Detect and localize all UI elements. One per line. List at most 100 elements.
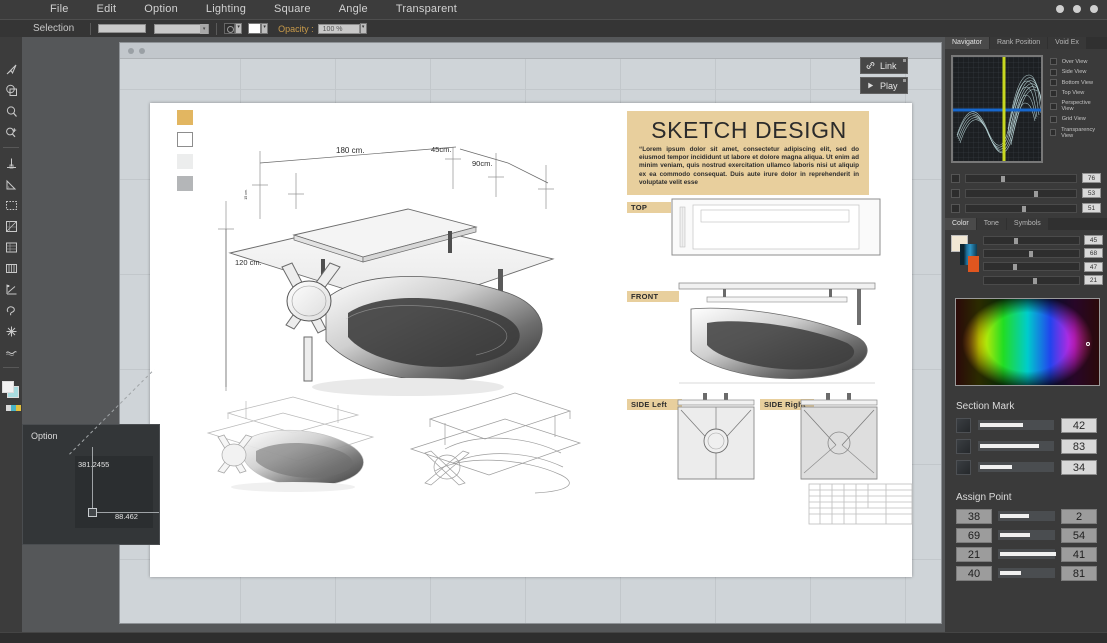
view-option-side[interactable]: Side View	[1050, 69, 1103, 76]
tab-color[interactable]: Color	[945, 218, 976, 230]
assign-point-left-4[interactable]: 40	[956, 566, 992, 581]
section-mark-value-2[interactable]: 83	[1061, 439, 1097, 454]
assign-point-right-3[interactable]: 41	[1061, 547, 1097, 562]
graph-handle[interactable]	[88, 508, 97, 517]
color-slider-2[interactable]: 68	[983, 248, 1103, 258]
assign-point-row-4[interactable]: 40 81	[945, 566, 1107, 581]
section-mark-swatch-2[interactable]	[956, 439, 971, 454]
document-close-icon[interactable]	[128, 48, 134, 54]
tab-void-ex[interactable]: Void Ex	[1048, 37, 1086, 49]
color-slider-2-value[interactable]: 68	[1084, 248, 1103, 258]
color-slider-2-track[interactable]	[983, 249, 1080, 258]
quick-color-strip[interactable]	[1, 405, 21, 411]
maximize-button[interactable]	[1073, 5, 1081, 13]
color-slider-4[interactable]: 21	[983, 275, 1103, 285]
tab-tone[interactable]: Tone	[977, 218, 1006, 230]
menu-item-angle[interactable]: Angle	[325, 0, 382, 19]
assign-point-row-1[interactable]: 38 2	[945, 509, 1107, 524]
color-spectrum-picker[interactable]	[955, 298, 1100, 386]
slider-knob[interactable]	[1033, 278, 1037, 284]
navigator-slider-1-value[interactable]: 76	[1082, 173, 1101, 183]
menu-item-edit[interactable]: Edit	[83, 0, 131, 19]
color-slider-1-track[interactable]	[983, 236, 1080, 245]
perpendicular-tool[interactable]	[2, 153, 20, 173]
option-graph-canvas[interactable]: 381.2455 88.462	[75, 456, 153, 528]
gradient-map-tool[interactable]	[2, 237, 20, 257]
slider-knob[interactable]	[1013, 264, 1017, 270]
warp-tool[interactable]	[2, 342, 20, 362]
foreground-color-swatch[interactable]	[2, 381, 14, 393]
drawing-page[interactable]: 180 cm. 45cm. 90cm. 120 cm. 15 cm.	[150, 103, 912, 577]
minimize-button[interactable]	[1056, 5, 1064, 13]
tab-navigator[interactable]: Navigator	[945, 37, 989, 49]
quick-color-yellow[interactable]	[16, 405, 21, 411]
align-icon[interactable]	[224, 23, 235, 34]
canvas-workspace[interactable]: 180 cm. 45cm. 90cm. 120 cm. 15 cm.	[22, 37, 945, 643]
play-button[interactable]: Play	[860, 77, 908, 94]
assign-point-right-2[interactable]: 54	[1061, 528, 1097, 543]
menu-item-file[interactable]: File	[36, 0, 83, 19]
menu-item-option[interactable]: Option	[130, 0, 192, 19]
view-option-transparency[interactable]: Transparency View	[1050, 127, 1103, 139]
view-option-perspective[interactable]: Perspective View	[1050, 100, 1103, 112]
zoom-tool[interactable]	[2, 101, 20, 121]
assign-point-left-2[interactable]: 69	[956, 528, 992, 543]
menu-item-transparent[interactable]: Transparent	[382, 0, 471, 19]
fill-color-swatch[interactable]	[248, 23, 261, 34]
curve-graph-tool[interactable]	[2, 279, 20, 299]
lasso-tool[interactable]	[2, 300, 20, 320]
swatch-white[interactable]	[177, 132, 193, 147]
assign-point-track-4[interactable]	[998, 568, 1055, 578]
checkbox-top-view[interactable]	[1050, 90, 1057, 97]
assign-point-track-2[interactable]	[998, 530, 1055, 540]
section-mark-swatch-1[interactable]	[956, 418, 971, 433]
navigator-preview[interactable]	[951, 55, 1043, 163]
slider-knob[interactable]	[1001, 176, 1005, 182]
navigator-slider-1-track[interactable]	[965, 174, 1077, 183]
tab-symbols[interactable]: Symbols	[1007, 218, 1048, 230]
color-slider-3-track[interactable]	[983, 262, 1080, 271]
checkbox-over-view[interactable]	[1050, 58, 1057, 65]
view-option-top[interactable]: Top View	[1050, 90, 1103, 97]
navigator-slider-3-swatch[interactable]	[951, 204, 960, 213]
align-stepper[interactable]: ▾	[235, 23, 242, 34]
checkbox-perspective-view[interactable]	[1050, 103, 1057, 110]
sparkle-tool[interactable]	[2, 321, 20, 341]
angle-measure-tool[interactable]	[2, 174, 20, 194]
navigator-slider-3[interactable]: 51	[945, 203, 1107, 213]
foreground-background-color-swatches[interactable]	[1, 380, 21, 400]
close-button[interactable]	[1090, 5, 1098, 13]
navigator-slider-2-track[interactable]	[965, 189, 1077, 198]
menu-item-square[interactable]: Square	[260, 0, 325, 19]
color-chip-stack[interactable]	[951, 235, 979, 279]
assign-point-track-3[interactable]	[998, 549, 1055, 559]
swatch-mid-gray[interactable]	[177, 176, 193, 191]
slider-knob[interactable]	[1022, 206, 1026, 212]
view-option-bottom[interactable]: Bottom View	[1050, 79, 1103, 86]
checkbox-transparency-view[interactable]	[1050, 129, 1056, 136]
checkbox-side-view[interactable]	[1050, 69, 1057, 76]
document-canvas[interactable]: 180 cm. 45cm. 90cm. 120 cm. 15 cm.	[120, 59, 941, 623]
section-mark-track-2[interactable]	[978, 441, 1054, 451]
color-slider-4-value[interactable]: 21	[1084, 275, 1103, 285]
assign-point-right-4[interactable]: 81	[1061, 566, 1097, 581]
menu-item-lighting[interactable]: Lighting	[192, 0, 260, 19]
slider-knob[interactable]	[1034, 191, 1038, 197]
slider-knob[interactable]	[1014, 238, 1018, 244]
color-slider-3[interactable]: 47	[983, 262, 1103, 272]
tab-rank-position[interactable]: Rank Position	[990, 37, 1047, 49]
assign-point-left-1[interactable]: 38	[956, 509, 992, 524]
slider-knob[interactable]	[1029, 251, 1033, 257]
stroke-field[interactable]	[98, 24, 146, 33]
view-option-grid[interactable]: Grid View	[1050, 116, 1103, 123]
columns-tool[interactable]	[2, 258, 20, 278]
opacity-value[interactable]: 100 %	[318, 24, 360, 34]
add-point-zoom-tool[interactable]	[2, 122, 20, 142]
navigator-slider-1-swatch[interactable]	[951, 174, 960, 183]
direct-select-arrow-tool[interactable]	[2, 59, 20, 79]
view-option-over[interactable]: Over View	[1050, 58, 1103, 65]
navigator-slider-3-value[interactable]: 51	[1082, 203, 1101, 213]
assign-point-row-3[interactable]: 21 41	[945, 547, 1107, 562]
document-minimize-icon[interactable]	[139, 48, 145, 54]
color-slider-3-value[interactable]: 47	[1084, 262, 1103, 272]
